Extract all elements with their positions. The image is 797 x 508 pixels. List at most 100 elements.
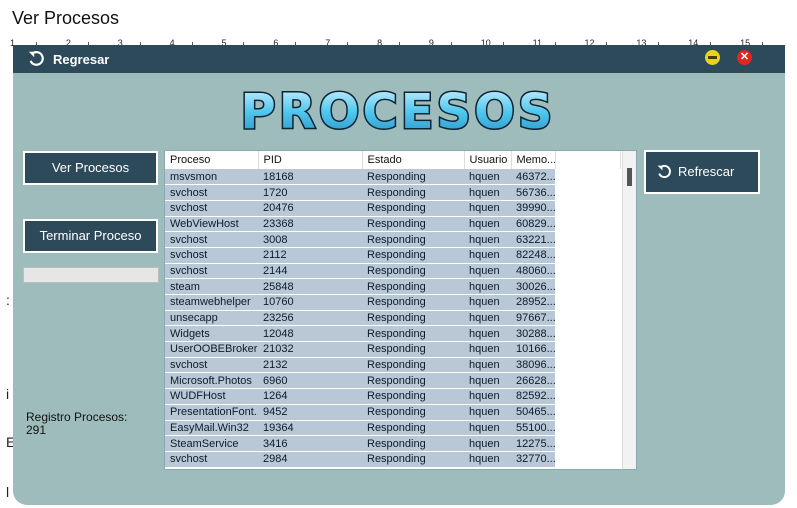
table-cell: 20476 — [258, 200, 362, 217]
process-table[interactable]: Proceso PID Estado Usuario Memo... msvsmon 18… — [164, 150, 637, 470]
table-row[interactable]: svchost 2132 Responding hquen 38096... — [165, 357, 620, 374]
table-cell: PresentationFont... — [165, 404, 258, 421]
table-cell: Responding — [362, 325, 464, 343]
table-row[interactable]: Widgets 12048 Responding hquen 30288... — [165, 325, 620, 343]
table-row[interactable]: msvsmon 18168 Responding hquen 46372... — [165, 169, 620, 186]
table-cell: hquen — [464, 372, 511, 390]
table-cell: Responding — [362, 388, 464, 405]
table-cell: Responding — [362, 435, 464, 452]
close-button[interactable]: ✕ — [737, 50, 752, 65]
table-row[interactable]: PresentationFont... 9452 Responding hquen 50… — [165, 404, 620, 421]
table-row[interactable]: WebViewHost 23368 Responding hquen 60829... — [165, 216, 620, 233]
table-row[interactable]: steam 25848 Responding hquen 30026... — [165, 278, 620, 295]
table-cell: Responding — [362, 420, 464, 437]
table-cell: hquen — [464, 231, 511, 248]
table-row[interactable]: UserOOBEBroker 21032 Responding hquen 10166.… — [165, 341, 620, 358]
table-cell: hquen — [464, 341, 511, 358]
progress-bar — [23, 267, 159, 283]
table-cell: unsecapp — [165, 310, 258, 327]
table-cell: Responding — [362, 357, 464, 374]
table-cell: 56736... — [511, 184, 555, 201]
table-cell-filler — [555, 310, 620, 327]
table-row[interactable]: svchost 2984 Responding hquen 32770... — [165, 451, 620, 468]
table-cell: 50465... — [511, 404, 555, 421]
table-cell: svchost — [165, 357, 258, 374]
table-cell: Responding — [362, 216, 464, 233]
table-cell: svchost — [165, 231, 258, 248]
table-cell: EasyMail.Win32 — [165, 420, 258, 437]
table-cell-filler — [555, 200, 620, 217]
table-cell: hquen — [464, 404, 511, 421]
scrollbar-thumb[interactable] — [627, 168, 632, 186]
table-cell: steam — [165, 278, 258, 295]
table-cell-filler — [555, 357, 620, 374]
registro-procesos: Registro Procesos: 291 — [26, 411, 127, 437]
column-header[interactable]: Proceso — [165, 151, 259, 169]
table-cell-filler — [555, 325, 620, 343]
table-row[interactable]: EasyMail.Win32 19364 Responding hquen 55100.… — [165, 420, 620, 437]
table-cell: hquen — [464, 247, 511, 264]
table-cell: 3008 — [258, 231, 362, 248]
table-cell: 18168 — [258, 169, 362, 186]
table-cell: 6960 — [258, 372, 362, 390]
table-cell-filler — [555, 278, 620, 295]
table-row[interactable]: svchost 3008 Responding hquen 63221... — [165, 231, 620, 248]
table-cell-filler — [555, 341, 620, 358]
table-cell: 19364 — [258, 420, 362, 437]
table-cell-filler — [555, 263, 620, 280]
table-row[interactable]: WUDFHost 1264 Responding hquen 82592... — [165, 388, 620, 405]
table-cell: 2144 — [258, 263, 362, 280]
table-cell: 32770... — [511, 451, 555, 468]
minimize-button[interactable] — [705, 50, 720, 65]
table-cell: Responding — [362, 310, 464, 327]
table-row[interactable]: svchost 1720 Responding hquen 56736... — [165, 184, 620, 201]
column-header-filler — [555, 151, 621, 169]
table-cell: svchost — [165, 247, 258, 264]
side-glyph: l — [6, 484, 10, 500]
table-cell: 1264 — [258, 388, 362, 405]
table-cell-filler — [555, 420, 620, 437]
table-cell: 97667... — [511, 310, 555, 327]
table-row[interactable]: steamwebhelper 10760 Responding hquen 28952.… — [165, 294, 620, 311]
column-header[interactable]: Memo... — [511, 151, 556, 169]
back-arrow-icon[interactable] — [27, 50, 45, 68]
table-row[interactable]: unsecapp 23256 Responding hquen 97667... — [165, 310, 620, 327]
table-cell: 63221... — [511, 231, 555, 248]
table-cell-filler — [555, 435, 620, 452]
back-button-label[interactable]: Regresar — [53, 52, 109, 67]
table-row[interactable]: svchost 2144 Responding hquen 48060... — [165, 263, 620, 280]
registro-count: 291 — [26, 423, 47, 437]
column-header[interactable]: Estado — [362, 151, 465, 169]
column-header[interactable]: PID — [258, 151, 363, 169]
table-cell: Responding — [362, 278, 464, 295]
table-cell: hquen — [464, 357, 511, 374]
column-header[interactable]: Usuario — [464, 151, 512, 169]
table-cell: hquen — [464, 216, 511, 233]
table-cell: 82592... — [511, 388, 555, 405]
table-cell: hquen — [464, 325, 511, 343]
table-scrollbar[interactable] — [622, 151, 636, 469]
table-row[interactable]: SteamService 3416 Responding hquen 12275... — [165, 435, 620, 452]
table-row[interactable]: svchost 20476 Responding hquen 39990... — [165, 200, 620, 217]
table-cell-filler — [555, 372, 620, 390]
table-cell: hquen — [464, 278, 511, 295]
table-cell: 12048 — [258, 325, 362, 343]
table-cell: Responding — [362, 451, 464, 468]
table-row[interactable]: svchost 2112 Responding hquen 82248... — [165, 247, 620, 264]
table-cell: svchost — [165, 451, 258, 468]
table-cell-filler — [555, 247, 620, 264]
table-cell-filler — [555, 231, 620, 248]
table-cell: hquen — [464, 310, 511, 327]
table-cell: 26628... — [511, 372, 555, 390]
table-cell: 48060... — [511, 263, 555, 280]
refrescar-button[interactable]: Refrescar — [644, 150, 760, 194]
terminar-proceso-button[interactable]: Terminar Proceso — [23, 219, 158, 253]
ver-procesos-button[interactable]: Ver Procesos — [23, 151, 158, 185]
table-cell: hquen — [464, 435, 511, 452]
table-row[interactable]: Microsoft.Photos 6960 Responding hquen 26628… — [165, 372, 620, 390]
refresh-icon — [657, 164, 671, 178]
table-cell: 2984 — [258, 451, 362, 468]
logo-text: PROCESOS — [241, 84, 556, 140]
table-cell: hquen — [464, 200, 511, 217]
table-cell: 38096... — [511, 357, 555, 374]
